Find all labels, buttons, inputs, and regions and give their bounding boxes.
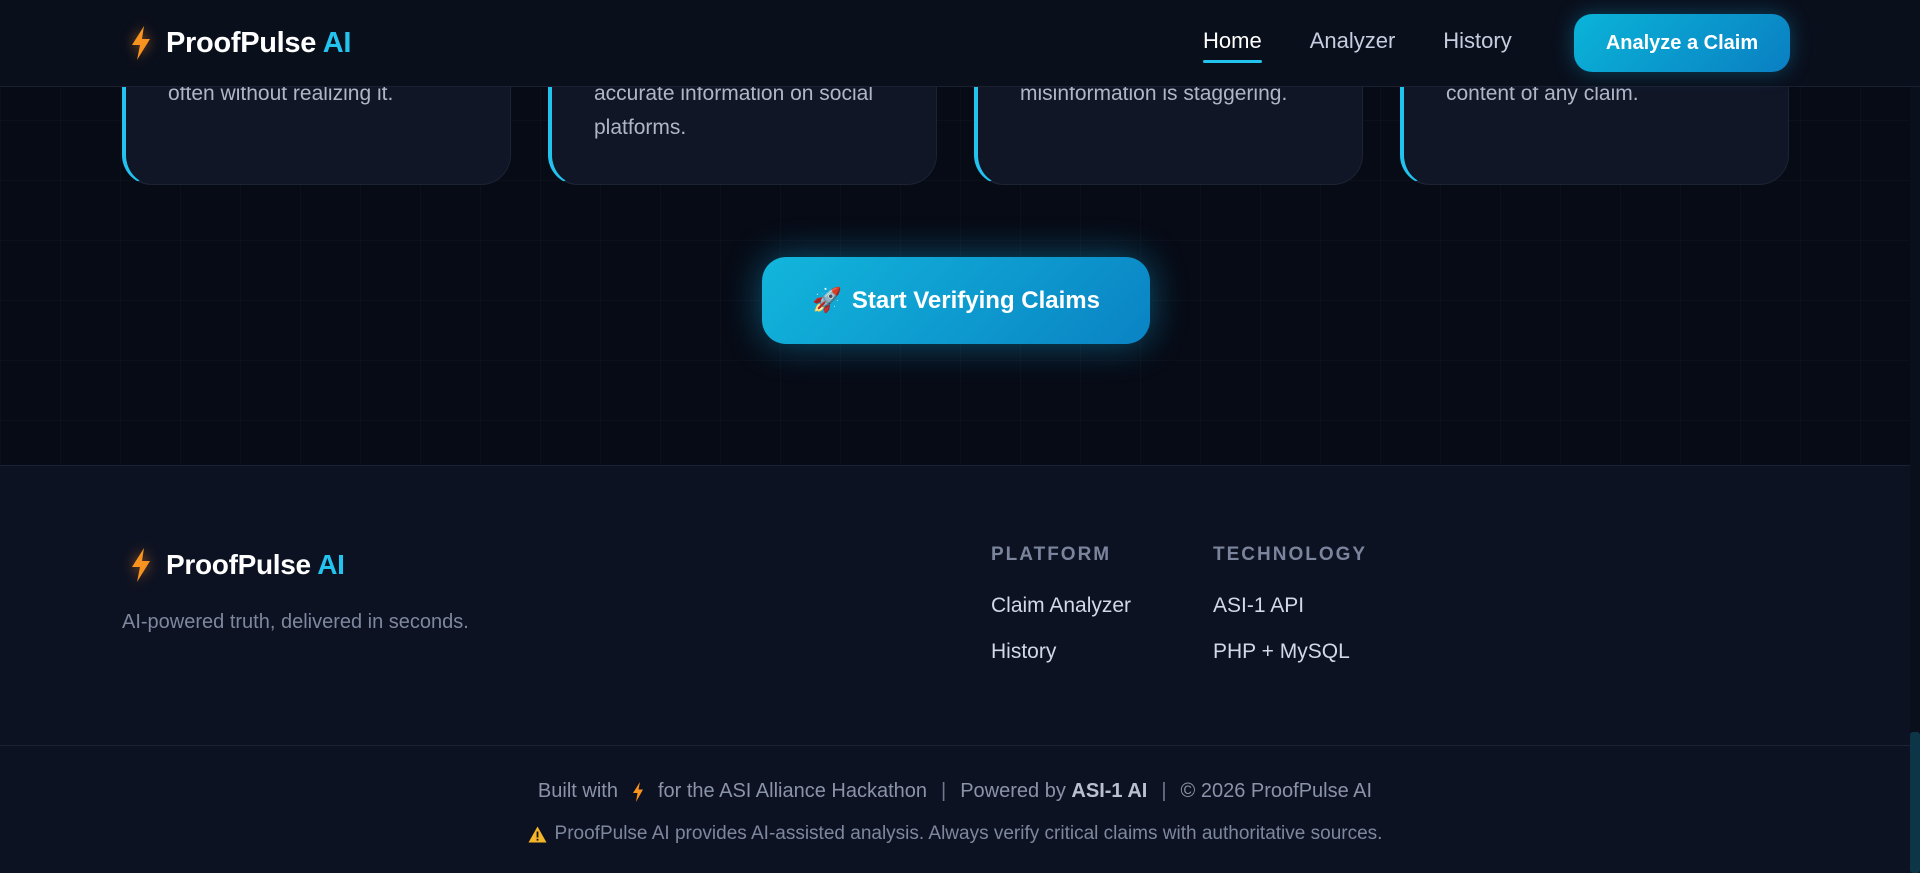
footer-column-platform: PLATFORM Claim Analyzer History <box>991 544 1131 686</box>
footer-column-heading: TECHNOLOGY <box>1213 544 1368 565</box>
brand-name: ProofPulse AI <box>166 26 352 59</box>
footer-link-claim-analyzer[interactable]: Claim Analyzer <box>991 594 1131 618</box>
nav-history-link[interactable]: History <box>1443 28 1511 60</box>
hackathon-text: for the ASI Alliance Hackathon <box>657 780 928 802</box>
copyright-text: © 2026 ProofPulse AI <box>1180 780 1373 802</box>
lightning-bolt-icon <box>632 781 643 802</box>
powered-by-text: Powered by ASI-1 AI <box>960 780 1148 802</box>
analyze-claim-button[interactable]: Analyze a Claim <box>1574 14 1790 72</box>
rocket-icon: 🚀 <box>812 287 842 314</box>
main-nav: Home Analyzer History <box>1203 28 1512 63</box>
brand-logo[interactable]: ProofPulse AI <box>130 22 351 64</box>
site-footer: ProofPulse AI AI-powered truth, delivere… <box>0 465 1910 873</box>
built-with-text: Built with <box>537 780 618 802</box>
footer-brand-name: ProofPulse AI <box>166 549 345 580</box>
top-navbar: ProofPulse AI Home Analyzer History Anal… <box>0 0 1920 87</box>
footer-column-heading: PLATFORM <box>991 544 1112 565</box>
footer-bottom-bar: Built with for the ASI Alliance Hackatho… <box>0 745 1910 873</box>
footer-link-php-mysql[interactable]: PHP + MySQL <box>1213 640 1367 664</box>
start-verifying-button[interactable]: 🚀 Start Verifying Claims <box>762 257 1150 344</box>
feature-card-text: accurate information on social platforms… <box>594 82 873 139</box>
footer-link-history[interactable]: History <box>991 640 1131 664</box>
start-verifying-label: Start Verifying Claims <box>851 286 1100 314</box>
lightning-bolt-icon <box>132 548 150 582</box>
footer-credits: Built with for the ASI Alliance Hackatho… <box>0 780 1910 803</box>
footer-link-asi1-api[interactable]: ASI-1 API <box>1213 594 1367 618</box>
footer-column-technology: TECHNOLOGY ASI-1 API PHP + MySQL <box>1213 544 1367 686</box>
warning-icon <box>528 826 547 842</box>
footer-tagline: AI-powered truth, delivered in seconds. <box>122 611 469 633</box>
footer-disclaimer: ProofPulse AI provides AI-assisted analy… <box>0 823 1910 845</box>
nav-analyzer-link[interactable]: Analyzer <box>1310 28 1396 60</box>
disclaimer-text: ProofPulse AI provides AI-assisted analy… <box>554 823 1383 844</box>
nav-home-link[interactable]: Home <box>1203 28 1262 63</box>
separator: | <box>1161 780 1167 802</box>
footer-brand-logo[interactable]: ProofPulse AI <box>130 548 345 582</box>
scrollbar-thumb[interactable] <box>1910 732 1920 873</box>
separator: | <box>941 780 947 802</box>
lightning-bolt-icon <box>132 26 150 60</box>
